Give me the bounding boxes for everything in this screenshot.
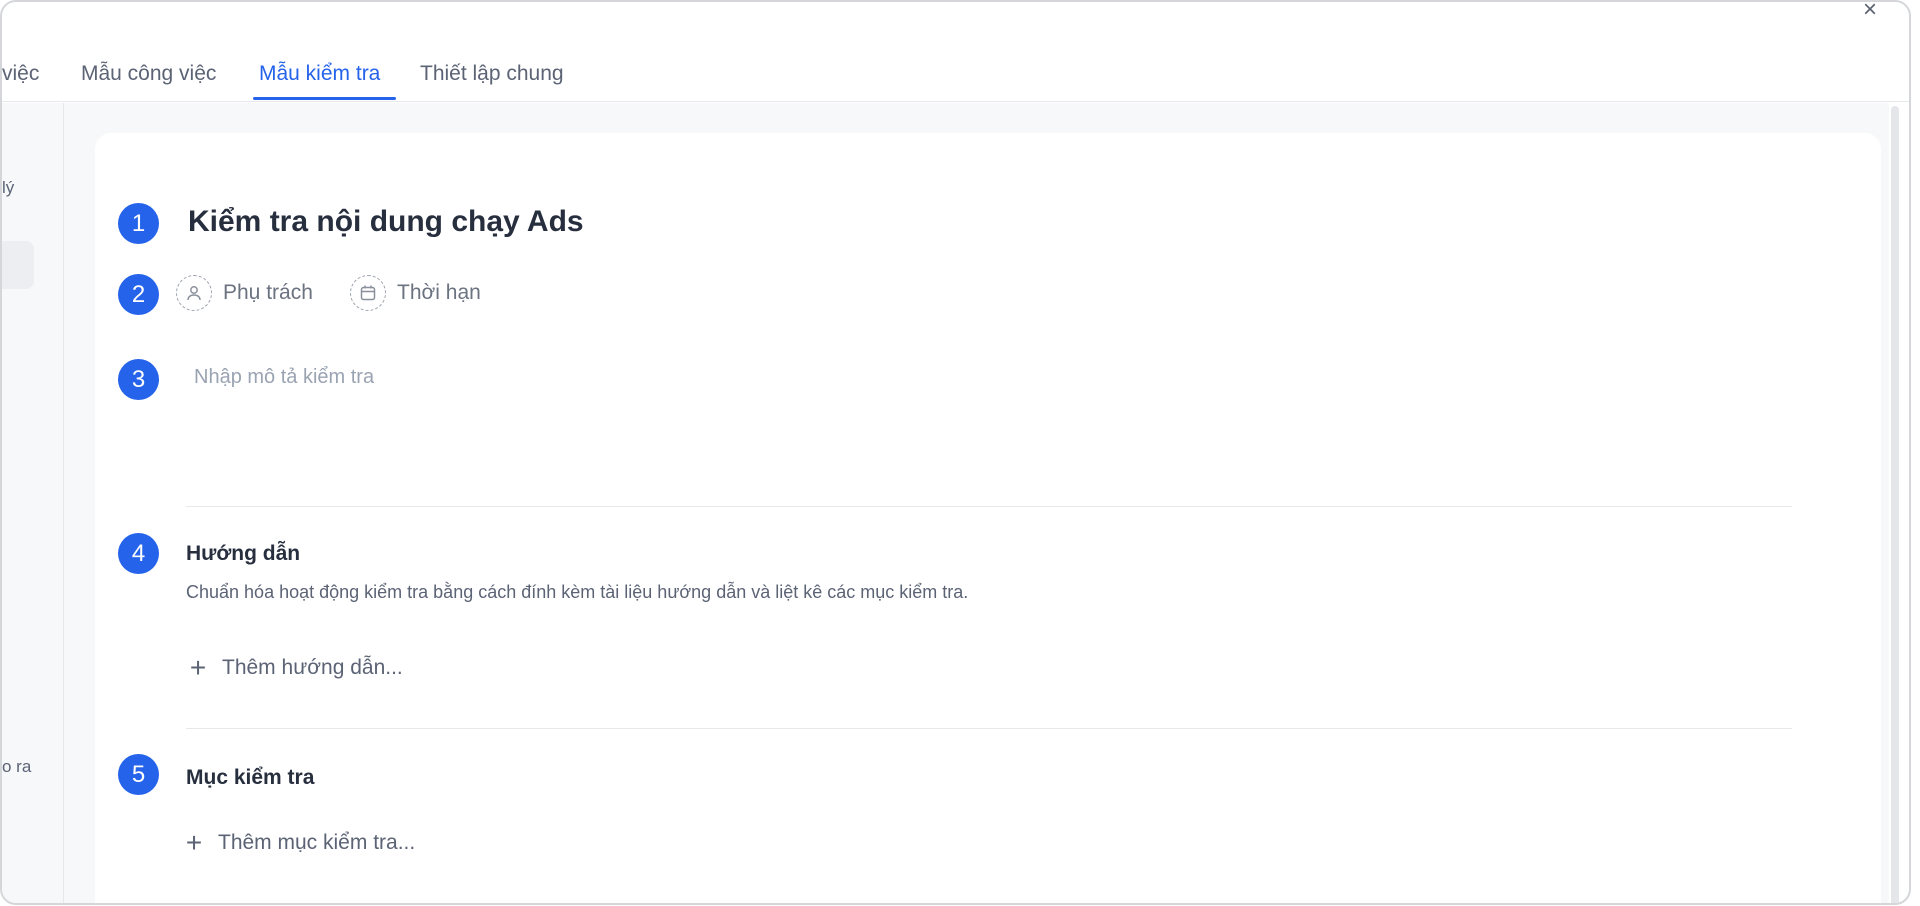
sidebar-item-selected[interactable] (2, 241, 34, 289)
sidebar-item-label[interactable]: lý (2, 178, 14, 198)
tab-thiet-lap-chung[interactable]: Thiết lập chung (420, 62, 564, 86)
divider (186, 728, 1792, 729)
step-badge: 1 (118, 203, 159, 244)
assignee-button[interactable]: Phụ trách (176, 275, 313, 311)
step-badge: 3 (118, 359, 159, 400)
add-checklist-item-label: Thêm mục kiểm tra... (218, 831, 416, 854)
tab-cong-viec[interactable]: việc (2, 62, 39, 86)
tab-bar: việc Mẫu công việc Mẫu kiểm tra Thiết lậ… (2, 2, 1909, 102)
plus-icon: + (189, 652, 207, 683)
form-card (95, 133, 1881, 903)
sidebar: lý o ra (2, 103, 64, 903)
divider (186, 506, 1792, 507)
deadline-label: Thời hạn (397, 281, 481, 304)
deadline-button[interactable]: Thời hạn (350, 275, 481, 311)
add-checklist-item-button[interactable]: + Thêm mục kiểm tra... (184, 827, 416, 858)
calendar-icon (350, 275, 386, 311)
step-badge: 5 (118, 754, 159, 795)
dialog-window: việc Mẫu công việc Mẫu kiểm tra Thiết lậ… (0, 0, 1911, 905)
step-badge: 2 (118, 274, 159, 315)
add-guide-label: Thêm hướng dẫn... (222, 656, 403, 679)
step-badge: 4 (118, 533, 159, 574)
description-input[interactable] (188, 362, 1788, 482)
checklist-title: Mục kiểm tra (186, 766, 315, 789)
add-guide-button[interactable]: + Thêm hướng dẫn... (188, 652, 403, 683)
user-icon (176, 275, 212, 311)
scrollbar[interactable] (1891, 106, 1899, 903)
guide-title: Hướng dẫn (186, 542, 301, 565)
assignee-label: Phụ trách (223, 281, 313, 304)
tab-mau-kiem-tra[interactable]: Mẫu kiểm tra (259, 62, 380, 86)
guide-description: Chuẩn hóa hoạt động kiểm tra bằng cách đ… (186, 582, 969, 602)
tab-mau-cong-viec[interactable]: Mẫu công việc (81, 62, 216, 86)
close-icon[interactable]: × (1854, 2, 1886, 22)
active-tab-indicator (253, 97, 396, 100)
template-title[interactable]: Kiểm tra nội dung chạy Ads (188, 205, 584, 239)
plus-icon: + (185, 827, 203, 858)
sidebar-item-label[interactable]: o ra (2, 757, 31, 777)
